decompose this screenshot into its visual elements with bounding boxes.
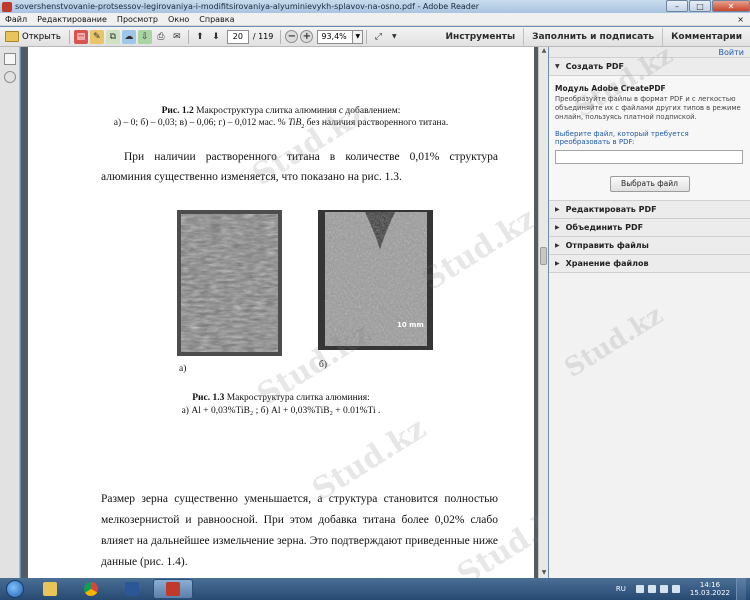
tools-tab[interactable]: Инструменты [437, 32, 523, 42]
tools-panel: Войти ▼ Создать PDF Модуль Adobe CreateP… [549, 40, 750, 578]
page-number-input[interactable]: 20 [226, 29, 249, 44]
photo-a [177, 210, 282, 356]
scroll-up-icon[interactable]: ▲ [539, 47, 549, 56]
combine-icon[interactable]: ⧉ [105, 29, 120, 44]
pdf-page-20: Рис. 1.2 Макроструктура слитка алюминия … [28, 47, 534, 455]
select-file-button[interactable]: Выбрать файл [609, 176, 690, 192]
taskbar-word[interactable] [112, 579, 152, 599]
fill-sign-tab[interactable]: Заполнить и подписать [524, 32, 662, 42]
start-button[interactable] [0, 578, 30, 600]
toolbar: Открыть ▤ ✎ ⧉ ☁ ⇩ ⎙ ✉ ⬆ ⬇ 20 / 119 − + 9… [0, 27, 750, 47]
scroll-down-icon[interactable]: ▼ [539, 569, 549, 578]
store-files-section[interactable]: ▶ Хранение файлов [549, 255, 750, 273]
file-path-input[interactable] [555, 150, 743, 164]
minimize-button[interactable]: – [666, 0, 688, 12]
photo-a-label: а) [179, 364, 187, 374]
flag-icon[interactable] [647, 585, 656, 593]
pages-thumbnail-icon[interactable] [4, 53, 16, 65]
taskbar: RU 14:16 15.03.2022 [0, 578, 750, 600]
zoom-input[interactable]: 93,4% [317, 29, 354, 44]
cloud-download-icon[interactable]: ⇩ [137, 29, 152, 44]
menu-window[interactable]: Окно [163, 15, 194, 24]
page21-paragraph: Размер зерна существенно уменьшается, а … [101, 493, 498, 568]
photo-b-label: б) [319, 360, 327, 370]
taskbar-chrome[interactable] [71, 579, 111, 599]
close-button[interactable]: ✕ [712, 0, 750, 12]
edit-pdf-icon[interactable]: ✎ [89, 29, 104, 44]
edit-pdf-section[interactable]: ▶ Редактировать PDF [549, 201, 750, 219]
pdf-page-21: Размер зерна существенно уменьшается, а … [28, 433, 534, 578]
menu-bar: Файл Редактирование Просмотр Окно Справк… [0, 13, 750, 26]
zoom-out-icon[interactable]: − [285, 30, 299, 43]
comments-tab[interactable]: Комментарии [663, 32, 750, 42]
navigation-panel [0, 47, 20, 578]
cloud-upload-icon[interactable]: ☁ [121, 29, 136, 44]
document-view[interactable]: Рис. 1.2 Макроструктура слитка алюминия … [21, 47, 538, 578]
menu-help[interactable]: Справка [194, 15, 239, 24]
title-bar: sovershenstvovanie-protsessov-legirovani… [0, 0, 750, 13]
network-icon[interactable] [659, 585, 668, 593]
expanded-icon: ▼ [555, 63, 560, 70]
adobe-reader-icon [2, 1, 12, 12]
menu-view[interactable]: Просмотр [112, 15, 163, 24]
fig13-caption-items: а) Al + 0,03%TiB₂ ; б) Al + 0,03%TiB₂ + … [181, 406, 381, 416]
collapsed-icon: ▶ [555, 260, 560, 267]
close-document-button[interactable]: × [732, 15, 750, 24]
collapsed-icon: ▶ [555, 242, 560, 249]
windows-logo-icon [6, 580, 24, 598]
photo-b [318, 210, 433, 350]
taskbar-explorer[interactable] [30, 579, 70, 599]
create-pdf-icon[interactable]: ▤ [73, 29, 88, 44]
fig13-caption: Рис. 1.3 Макроструктура слитка алюминия: [192, 393, 370, 403]
combine-pdf-section[interactable]: ▶ Объединить PDF [549, 219, 750, 237]
page20-paragraph: При наличии растворенного титана в колич… [101, 151, 498, 183]
word-icon [125, 582, 139, 596]
scale-bar-label: 10 mm [397, 321, 424, 329]
scroll-thumb[interactable] [540, 247, 547, 265]
attachments-icon[interactable] [1, 68, 19, 86]
folder-icon [5, 31, 19, 42]
fig12-caption: Рис. 1.2 Макроструктура слитка алюминия … [161, 106, 401, 116]
menu-file[interactable]: Файл [0, 15, 32, 24]
send-files-section[interactable]: ▶ Отправить файлы [549, 237, 750, 255]
page-down-icon[interactable]: ⬇ [209, 30, 223, 44]
adobe-reader-icon [166, 582, 180, 596]
folder-icon [43, 582, 57, 596]
collapsed-icon: ▶ [555, 224, 560, 231]
open-button[interactable]: Открыть [1, 29, 65, 45]
page-total: / 119 [252, 32, 274, 41]
watermark: Stud.kz [559, 300, 669, 384]
fig12-caption-items: а) – 0; б) – 0,03; в) – 0,06; г) – 0,012… [113, 118, 449, 130]
fit-page-icon[interactable]: ⤢ [371, 30, 385, 44]
figure-1-3-photos [177, 210, 433, 356]
create-pdf-section-header[interactable]: ▼ Создать PDF [549, 58, 750, 76]
email-icon[interactable]: ✉ [170, 30, 184, 44]
menu-edit[interactable]: Редактирование [32, 15, 112, 24]
createpdf-heading: Модуль Adobe CreatePDF [555, 84, 666, 93]
createpdf-description: Преобразуйте файлы в формат PDF и с легк… [555, 95, 741, 121]
chrome-icon [84, 582, 98, 596]
volume-icon[interactable] [671, 585, 680, 593]
zoom-in-icon[interactable]: + [300, 30, 314, 43]
tray-arrow-icon[interactable] [635, 585, 644, 593]
vertical-scrollbar[interactable]: ▲ ▼ [538, 47, 548, 578]
create-pdf-pane: Модуль Adobe CreatePDF Преобразуйте файл… [549, 76, 750, 201]
show-desktop-button[interactable] [736, 578, 746, 600]
system-tray: RU 14:16 15.03.2022 [616, 578, 750, 600]
maximize-button[interactable]: □ [689, 0, 711, 12]
fit-dropdown-icon[interactable]: ▼ [387, 30, 401, 44]
zoom-dropdown-icon[interactable]: ▼ [353, 29, 364, 44]
file-select-label: Выберите файл, который требуется преобра… [555, 130, 689, 146]
print-icon[interactable]: ⎙ [154, 30, 168, 44]
window-title: sovershenstvovanie-protsessov-legirovani… [15, 2, 480, 11]
language-indicator[interactable]: RU [616, 585, 626, 593]
collapsed-icon: ▶ [555, 206, 560, 213]
clock[interactable]: 14:16 15.03.2022 [690, 581, 730, 597]
sign-in-link[interactable]: Войти [719, 48, 744, 57]
taskbar-adobe-reader[interactable] [153, 579, 193, 599]
page-up-icon[interactable]: ⬆ [193, 30, 207, 44]
